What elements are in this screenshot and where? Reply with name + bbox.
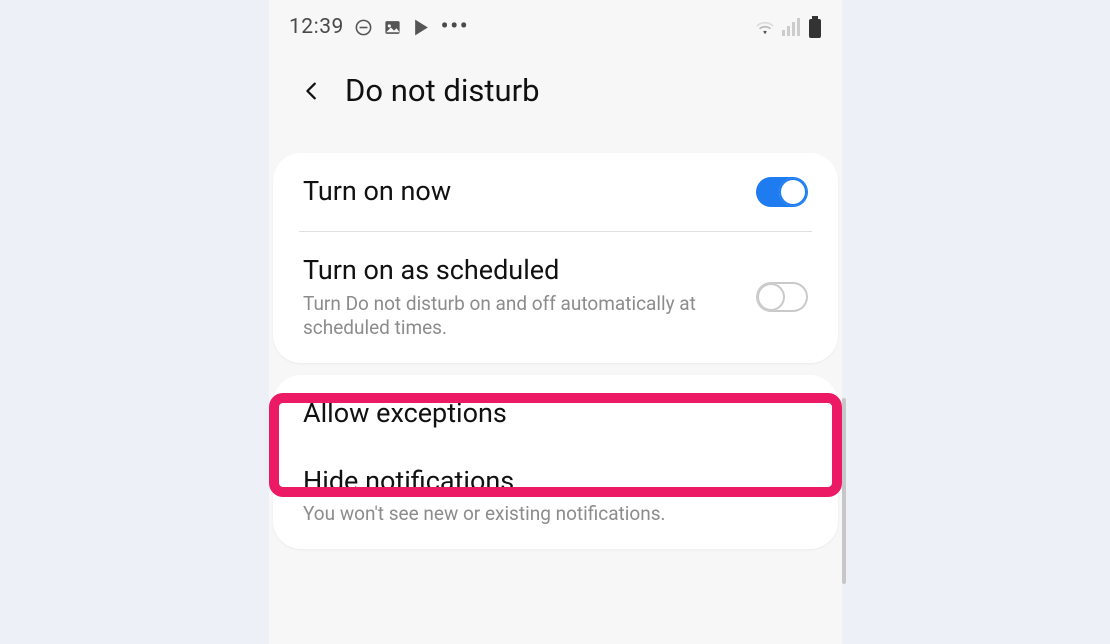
image-icon bbox=[383, 18, 402, 37]
hide-notifications-label: Hide notifications bbox=[303, 465, 808, 499]
wifi-icon bbox=[754, 18, 776, 36]
turn-on-now-toggle[interactable] bbox=[756, 177, 808, 207]
page-title: Do not disturb bbox=[345, 72, 540, 109]
turn-on-scheduled-row[interactable]: Turn on as scheduled Turn Do not disturb… bbox=[273, 232, 838, 363]
scroll-indicator bbox=[842, 398, 846, 584]
dnd-icon bbox=[354, 18, 373, 37]
allow-exceptions-label: Allow exceptions bbox=[303, 397, 808, 431]
play-store-icon bbox=[412, 18, 431, 37]
battery-icon bbox=[808, 16, 822, 38]
turn-on-now-row[interactable]: Turn on now bbox=[273, 153, 838, 231]
turn-on-scheduled-description: Turn Do not disturb on and off automatic… bbox=[303, 292, 723, 341]
dnd-options-card: Allow exceptions Hide notifications You … bbox=[273, 375, 838, 549]
status-time: 12:39 bbox=[289, 15, 344, 39]
dnd-toggle-card: Turn on now Turn on as scheduled Turn Do… bbox=[273, 153, 838, 363]
hide-notifications-row[interactable]: Hide notifications You won't see new or … bbox=[273, 453, 838, 549]
status-bar: 12:39 ••• bbox=[269, 0, 842, 54]
signal-icon bbox=[782, 18, 802, 36]
turn-on-scheduled-toggle[interactable] bbox=[756, 282, 808, 312]
turn-on-scheduled-label: Turn on as scheduled bbox=[303, 254, 756, 288]
more-icon: ••• bbox=[441, 15, 470, 39]
phone-frame: 12:39 ••• bbox=[269, 0, 842, 644]
allow-exceptions-row[interactable]: Allow exceptions bbox=[273, 375, 838, 453]
turn-on-now-label: Turn on now bbox=[303, 175, 756, 209]
page-header: Do not disturb bbox=[269, 54, 842, 153]
hide-notifications-description: You won't see new or existing notificati… bbox=[303, 502, 723, 527]
back-button[interactable] bbox=[299, 78, 325, 104]
